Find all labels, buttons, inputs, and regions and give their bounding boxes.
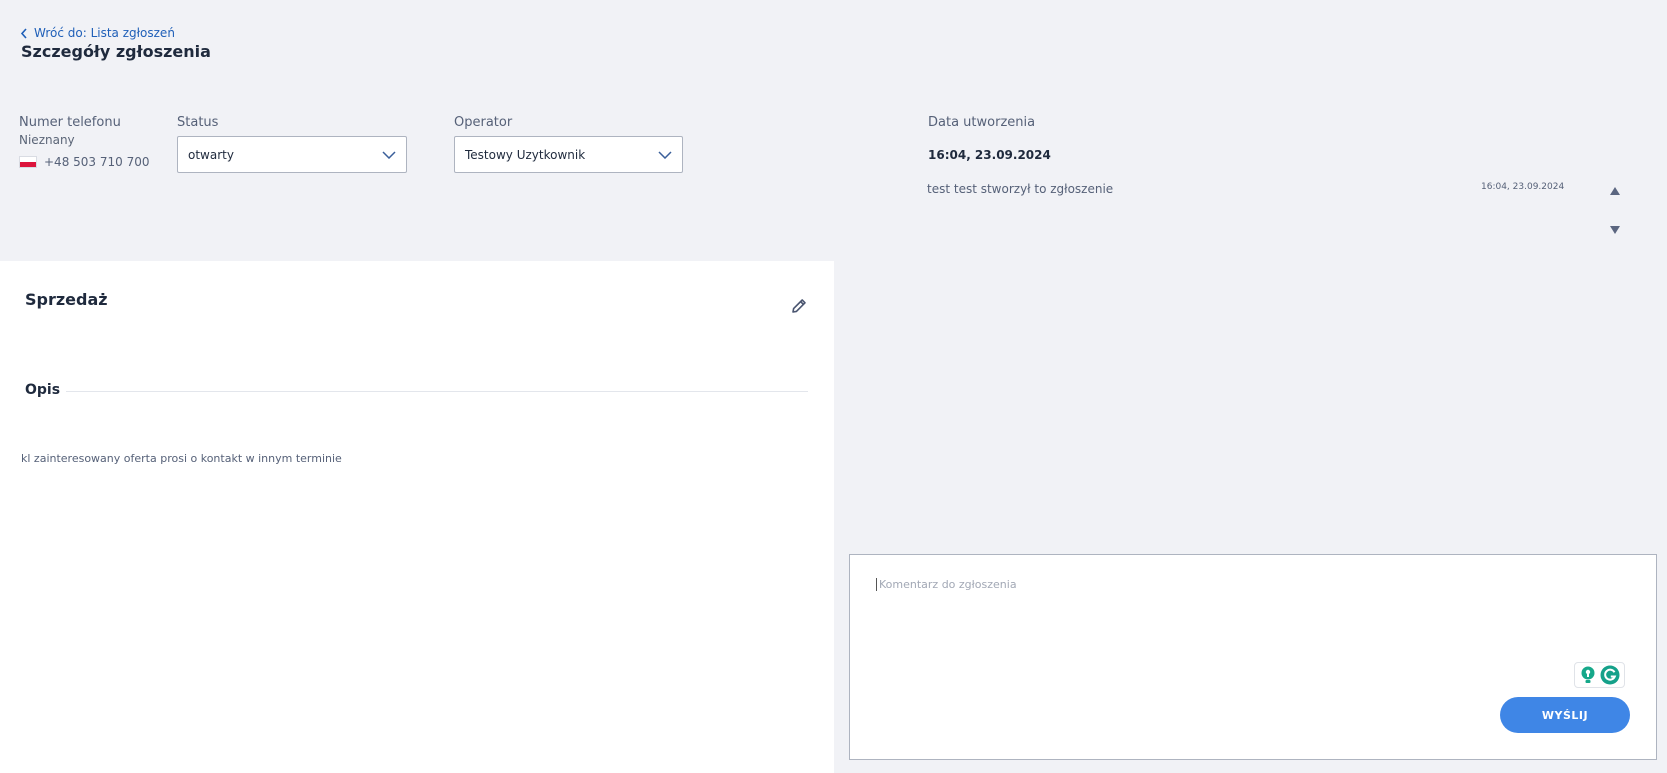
section-title: Sprzedaż (25, 290, 108, 309)
status-value: otwarty (188, 147, 234, 162)
description-title: Opis (25, 382, 61, 398)
phone-number-row: +48 503 710 700 (19, 155, 149, 169)
back-link[interactable]: Wróć do: Lista zgłoszeń (20, 26, 175, 40)
created-label: Data utworzenia (928, 115, 1036, 130)
chevron-down-icon (658, 150, 672, 159)
status-label: Status (177, 115, 219, 130)
created-value: 16:04, 23.09.2024 (928, 148, 1051, 162)
phone-label: Numer telefonu (19, 115, 121, 130)
history-scroll-down-button[interactable] (1610, 219, 1620, 238)
triangle-up-icon (1610, 187, 1620, 195)
extension-icons[interactable] (1574, 662, 1625, 688)
status-select[interactable]: otwarty (177, 136, 407, 173)
lightbulb-icon (1581, 666, 1594, 683)
divider (66, 391, 808, 392)
grammarly-icon (1600, 665, 1619, 685)
chevron-down-icon (382, 150, 396, 159)
history-entry-time: 16:04, 23.09.2024 (1481, 182, 1565, 192)
phone-contact-name: Nieznany (19, 133, 75, 147)
triangle-down-icon (1610, 226, 1620, 234)
operator-value: Testowy Uzytkownik (465, 147, 586, 162)
comment-input[interactable] (876, 578, 1479, 591)
back-link-label: Wróć do: Lista zgłoszeń (34, 26, 175, 40)
page-title: Szczegóły zgłoszenia (21, 42, 211, 61)
send-button[interactable]: WYŚLIJ (1500, 697, 1630, 733)
flag-pl-icon (19, 156, 37, 168)
edit-button[interactable] (790, 297, 808, 319)
chevron-left-icon (20, 27, 27, 39)
description-text: kl zainteresowany oferta prosi o kontakt… (21, 452, 342, 465)
pencil-icon (792, 299, 806, 313)
operator-select[interactable]: Testowy Uzytkownik (454, 136, 683, 173)
operator-label: Operator (454, 115, 513, 130)
history-entry-text: test test stworzył to zgłoszenie (927, 182, 1114, 196)
phone-number: +48 503 710 700 (44, 155, 150, 169)
sale-panel (0, 261, 834, 773)
history-scroll-up-button[interactable] (1610, 180, 1620, 199)
